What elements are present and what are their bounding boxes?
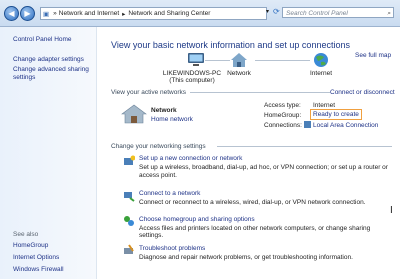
windows-firewall-link[interactable]: Windows Firewall <box>13 266 64 274</box>
breadcrumb[interactable]: ▣ » Network and Internet ▸ Network and S… <box>40 7 267 20</box>
internet-options-link[interactable]: Internet Options <box>13 254 59 262</box>
connect-disconnect-link[interactable]: Connect or disconnect <box>330 89 395 96</box>
lan-icon <box>304 121 311 128</box>
see-also-title: See also <box>13 231 39 238</box>
homegroup-options-desc: Access files and printers located on oth… <box>139 225 371 239</box>
network-type-link[interactable]: Home network <box>151 116 193 123</box>
network-label: Network <box>227 70 251 77</box>
computer-subtitle: (This computer) <box>169 77 215 84</box>
network-icon: ▣ <box>43 10 50 18</box>
search-input[interactable]: Search Control Panel ⌕ <box>282 7 394 18</box>
computer-node <box>176 52 216 70</box>
setup-connection-link[interactable]: Set up a new connection or network <box>139 155 242 162</box>
address-bar: ◀ ▶ ▣ » Network and Internet ▸ Network a… <box>0 0 400 27</box>
dropdown-icon[interactable]: ▾ <box>266 8 269 15</box>
mouse-cursor: I <box>390 205 393 216</box>
local-area-connection-link[interactable]: Local Area Connection <box>313 122 378 129</box>
homegroup-ready-link[interactable]: Ready to create <box>310 109 362 120</box>
change-settings-title: Change your networking settings <box>111 143 206 150</box>
troubleshoot-icon <box>123 244 135 256</box>
globe-icon <box>314 53 328 67</box>
active-networks-title: View your active networks <box>111 89 187 96</box>
network-node[interactable] <box>229 52 249 70</box>
page-title: View your basic network information and … <box>111 40 350 50</box>
homegroup-options-icon <box>123 215 135 227</box>
section-divider <box>190 92 330 93</box>
search-icon: ⌕ <box>387 10 391 17</box>
homegroup-link[interactable]: HomeGroup <box>13 242 48 250</box>
connect-network-desc: Connect or reconnect to a wireless, wire… <box>139 199 366 206</box>
setup-connection-desc: Set up a wireless, broadband, dial-up, a… <box>139 164 388 179</box>
connect-network-icon <box>123 190 135 202</box>
back-button[interactable]: ◀ <box>4 6 19 21</box>
homegroup-options-link[interactable]: Choose homegroup and sharing options <box>139 216 255 223</box>
network-house-icon <box>231 53 247 67</box>
control-panel-home-link[interactable]: Control Panel Home <box>13 36 72 44</box>
breadcrumb-sharing-center[interactable]: Network and Sharing Center <box>128 10 210 17</box>
change-adapter-settings-link[interactable]: Change adapter settings <box>13 56 84 64</box>
troubleshoot-link[interactable]: Troubleshoot problems <box>139 245 205 252</box>
new-connection-icon <box>123 155 136 167</box>
see-full-map-link[interactable]: See full map <box>355 52 391 59</box>
search-placeholder: Search Control Panel <box>286 10 348 17</box>
internet-node[interactable] <box>312 52 330 70</box>
access-type-label: Access type: <box>264 102 301 109</box>
connect-network-link[interactable]: Connect to a network <box>139 190 200 197</box>
change-advanced-sharing-link[interactable]: Change advanced sharing settings <box>13 66 93 82</box>
section-divider <box>217 146 392 147</box>
refresh-icon[interactable]: ⟳ <box>273 7 280 16</box>
breadcrumb-network-internet[interactable]: Network and Internet <box>59 10 119 17</box>
homegroup-label: HomeGroup: <box>264 112 302 119</box>
connections-label: Connections: <box>264 122 302 129</box>
active-network-name: Network <box>151 107 177 114</box>
breadcrumb-separator: ▸ <box>122 10 126 18</box>
network-home-icon[interactable] <box>121 104 147 126</box>
map-link-line <box>205 60 230 61</box>
computer-name: LIKEWINDOWS-PC <box>162 70 222 77</box>
computer-icon <box>188 53 204 66</box>
map-link-line <box>255 60 310 61</box>
troubleshoot-desc: Diagnose and repair network problems, or… <box>139 254 353 261</box>
forward-button[interactable]: ▶ <box>20 6 35 21</box>
breadcrumb-separator: » <box>53 10 57 17</box>
access-type-value: Internet <box>313 102 336 109</box>
internet-label: Internet <box>309 70 333 77</box>
